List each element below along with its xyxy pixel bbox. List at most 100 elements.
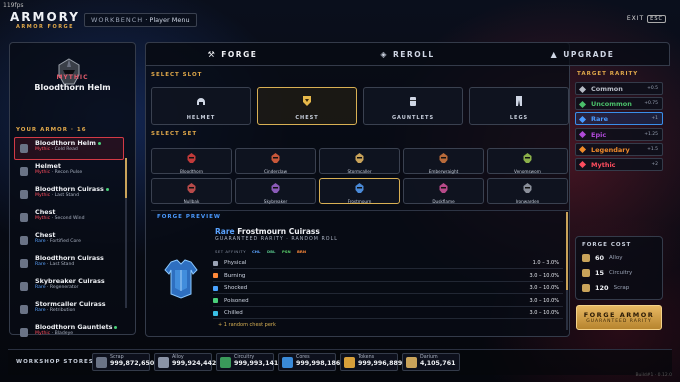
rarity-label: Rare	[591, 115, 609, 124]
armor-list-item[interactable]: Chest Mythic · Second Wind	[14, 206, 124, 229]
armor-item-rarity: Rare	[35, 239, 46, 244]
set-cinderclaw[interactable]: Cinderclaw	[235, 148, 316, 174]
stat-range: 3.0 – 10.0%	[529, 310, 559, 316]
equipped-indicator	[105, 187, 109, 191]
armor-list-item[interactable]: Bloodthorn Cuirass Rare · Last Stand	[14, 252, 124, 275]
equipped-indicator	[97, 141, 101, 145]
breadcrumb: WORKBENCH · Player Menu	[84, 13, 197, 27]
rarity-bonus: +2	[651, 161, 658, 167]
cost-amount: 120	[595, 283, 609, 292]
slot-gauntlets[interactable]: GAUNTLETS	[363, 87, 463, 125]
armor-list-item[interactable]: Stormcaller Cuirass Rare · Retribution	[14, 298, 124, 321]
breadcrumb-root[interactable]: WORKBENCH	[91, 16, 143, 24]
armor-item-icon	[20, 328, 28, 337]
tab-reroll[interactable]: ◈ REROLL	[320, 42, 495, 66]
set-skybreaker[interactable]: Skybreaker	[235, 178, 316, 204]
preview-scrollbar[interactable]	[566, 212, 568, 330]
legs-icon	[513, 92, 525, 111]
set-nullbak[interactable]: Nullbak	[151, 178, 232, 204]
build-version: Build#1 · 0.12.0	[635, 373, 672, 378]
set-helmet-icon	[439, 148, 448, 167]
armor-list-item[interactable]: Bloodthorn Helm Mythic · Cold Read	[14, 137, 124, 160]
rarity-bonus: +0.5	[647, 86, 658, 91]
set-emberwraight[interactable]: Emberwraight	[403, 148, 484, 174]
armor-item-perk: Last Stand	[49, 262, 75, 267]
rarity-list: Common +0.5 Uncommon +0.75 Rare +1 Epic +1.25 Le…	[575, 82, 663, 173]
slot-helmet[interactable]: HELMET	[151, 87, 251, 125]
store-value: 999,993,141	[234, 360, 279, 367]
tab-forge[interactable]: ⚒ FORGE	[145, 42, 320, 66]
stat-color-icon	[213, 298, 218, 303]
armor-item-rarity: Mythic	[35, 170, 51, 175]
armor-item-icon	[20, 305, 28, 314]
rarity-option-rare[interactable]: Rare +1	[575, 112, 663, 126]
set-duskflame[interactable]: Duskflame	[403, 178, 484, 204]
armor-item-name: Bloodthorn Gauntlets	[35, 323, 113, 331]
slot-legs[interactable]: LEGS	[469, 87, 569, 125]
set-label: Frostmourn	[347, 199, 372, 204]
scrollbar-thumb[interactable]	[125, 158, 127, 198]
armor-item-perk: Fortified Core	[49, 239, 81, 244]
app-subtitle: ARMOR FORGE	[16, 24, 75, 30]
rarity-option-epic[interactable]: Epic +1.25	[575, 127, 663, 141]
rarity-option-common[interactable]: Common +0.5	[575, 82, 663, 95]
armor-list-item[interactable]: Chest Rare · Fortified Core	[14, 229, 124, 252]
rarity-option-mythic[interactable]: Mythic +2	[575, 157, 663, 171]
set-affinity-label: SET AFFINITY	[215, 249, 247, 254]
stat-row: Burning 3.0 – 10.0%	[213, 271, 563, 282]
gauntlets-icon	[407, 92, 419, 111]
armor-item-name: Chest	[35, 231, 56, 239]
slot-label: CHEST	[295, 114, 319, 121]
armor-list-item[interactable]: Bloodthorn Cuirass Mythic · Last Stand	[14, 183, 124, 206]
set-label: Emberwraight	[428, 169, 459, 174]
set-helmet-icon	[355, 178, 364, 197]
store-alloy: Alloy 999,924,442	[154, 353, 216, 371]
selected-item-name: Bloodthorn Helm	[34, 83, 111, 92]
armor-list-item[interactable]: Bloodthorn Gauntlets Mythic · Bladeye	[14, 321, 124, 344]
forge-cost-list: 60 Alloy 15 Circuitry 120 Scrap	[576, 250, 662, 295]
armor-item-perk: Recon Pulse	[54, 170, 83, 175]
armor-item-icon	[20, 190, 28, 199]
set-venomsworn[interactable]: Venomsworn	[487, 148, 568, 174]
select-set-label: SELECT SET	[151, 131, 198, 137]
set-ironwarden[interactable]: Ironwarden	[487, 178, 568, 204]
armor-list-scrollbar[interactable]	[125, 158, 127, 308]
armor-item-icon	[20, 167, 28, 176]
breadcrumb-page: Player Menu	[149, 16, 190, 24]
stat-label: Chilled	[224, 310, 243, 316]
rarity-bonus: +1.5	[647, 146, 658, 152]
stat-label: Shocked	[224, 285, 248, 291]
preview-scrollbar-thumb[interactable]	[566, 212, 568, 290]
store-value: 999,872,650	[110, 360, 155, 367]
armor-list: Bloodthorn Helm Mythic · Cold Read Helmet M…	[14, 137, 124, 344]
set-bloodthorn[interactable]: Bloodthorn	[151, 148, 232, 174]
slot-chest[interactable]: CHEST	[257, 87, 357, 125]
affinity-tag: DBL	[267, 249, 276, 254]
rarity-bonus: +1.25	[644, 131, 658, 137]
store-value: 999,996,889	[358, 360, 403, 367]
armor-item-name: Bloodthorn Cuirass	[35, 185, 104, 193]
stat-row: Chilled 3.0 – 10.0%	[213, 308, 563, 319]
forge-cost-panel: FORGE COST 60 Alloy 15 Circuitry 120 Scrap	[575, 236, 663, 300]
preview-guarantee: GUARANTEED RARITY · RANDOM ROLL	[215, 237, 338, 242]
armor-list-item[interactable]: Skybreaker Cuirass Rare · Regenerator	[14, 275, 124, 298]
tab-label: UPGRADE	[563, 49, 615, 59]
workshop-stores-label: WORKSHOP STORES	[16, 359, 94, 365]
set-helmet-icon	[355, 148, 364, 167]
rarity-gem-icon	[578, 85, 587, 93]
selected-item-rarity: MYTHIC	[56, 74, 89, 81]
rarity-bonus: +1	[651, 116, 658, 122]
exit-button[interactable]: EXIT ESC	[627, 15, 666, 23]
slot-label: LEGS	[509, 114, 529, 121]
tab-upgrade[interactable]: ▲ UPGRADE	[495, 42, 670, 66]
stat-range: 3.0 – 10.0%	[529, 285, 559, 291]
rarity-option-legendary[interactable]: Legendary +1.5	[575, 142, 663, 156]
preview-rarity: Rare	[215, 227, 235, 236]
set-stormcaller[interactable]: Stormcaller	[319, 148, 400, 174]
forge-armor-button[interactable]: FORGE ARMOR GUARANTEED RARITY	[576, 305, 662, 330]
resource-icon	[582, 268, 590, 277]
arrow-up-icon: ▲	[550, 49, 559, 59]
set-frostmourn[interactable]: Frostmourn	[319, 178, 400, 204]
armor-list-item[interactable]: Helmet Mythic · Recon Pulse	[14, 160, 124, 183]
rarity-option-uncommon[interactable]: Uncommon +0.75	[575, 97, 663, 111]
